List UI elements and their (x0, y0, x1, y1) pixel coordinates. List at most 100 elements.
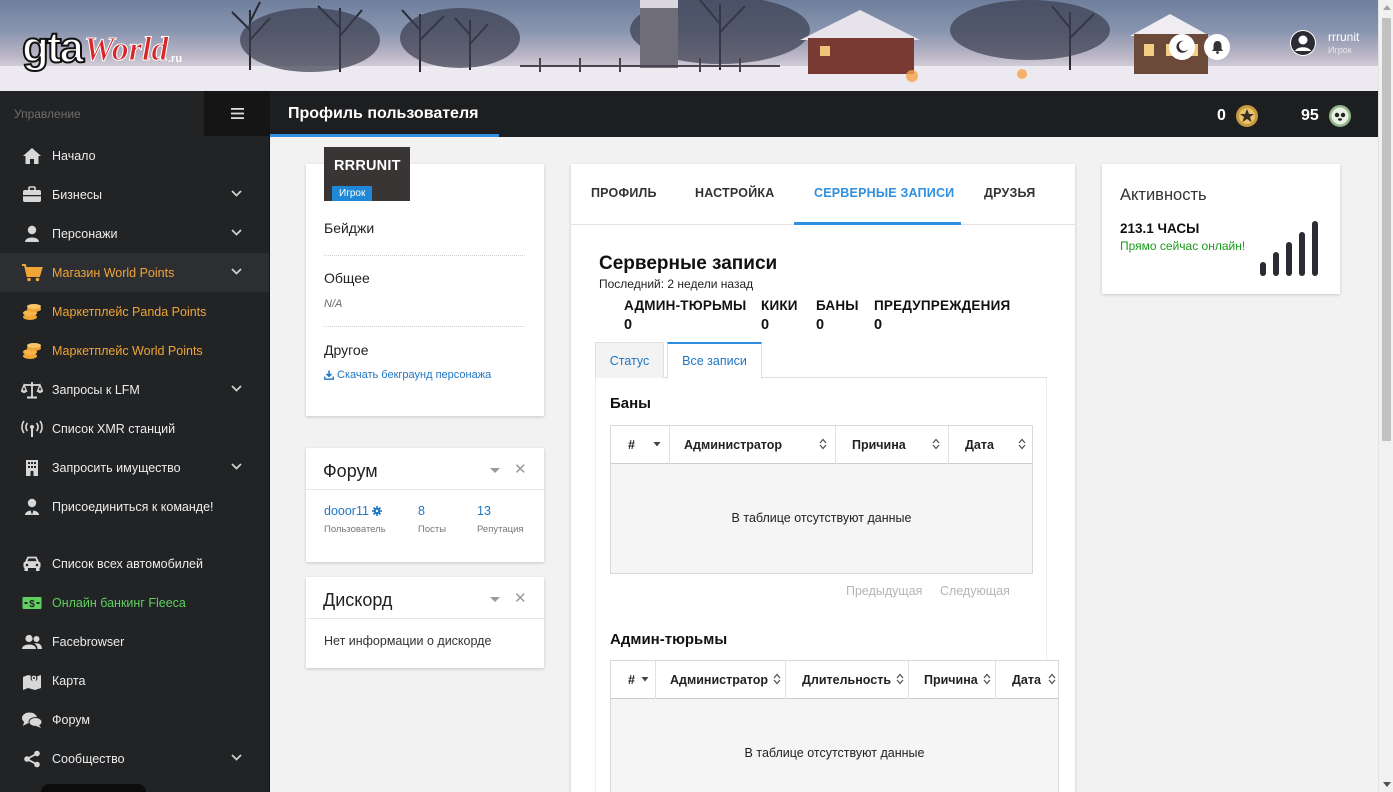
points-value: 0 (1217, 107, 1226, 124)
sidebar-item-map[interactable]: Карта (0, 661, 269, 700)
discord-widget: Дискорд ✕ Нет информации о дискорде (306, 577, 544, 668)
sidebar-item-home[interactable]: Начало (0, 136, 269, 175)
column-header-administrator[interactable]: Администратор (670, 426, 836, 464)
sidebar-item-facebrowser[interactable]: Facebrowser (0, 622, 269, 661)
counter-value: 0 (816, 317, 825, 333)
tab-settings[interactable]: НАСТРОЙКА (695, 186, 774, 200)
sidebar-item-vehicles[interactable]: Список всех автомобилей (0, 544, 269, 583)
jails-title: Админ-тюрьмы (610, 631, 728, 648)
sort-icon (773, 673, 781, 685)
discord-widget-title: Дискорд (323, 590, 393, 610)
dark-mode-button[interactable] (1169, 34, 1195, 60)
user-menu[interactable]: rrrunit Игрок (1290, 30, 1359, 56)
column-header-reason[interactable]: Причина (836, 426, 949, 464)
notifications-button[interactable] (1204, 34, 1230, 60)
sort-icon (896, 673, 904, 685)
map-icon (23, 674, 41, 690)
scroll-down-arrow[interactable] (1383, 782, 1391, 787)
hamburger-icon (230, 108, 244, 119)
user-icon (25, 225, 39, 242)
points-counter[interactable]: 0 (1217, 103, 1260, 129)
jails-empty-message: В таблице отсутствуют данные (744, 746, 925, 760)
tab-friends[interactable]: ДРУЗЬЯ (984, 186, 1035, 200)
sort-icon (819, 438, 827, 450)
sort-desc-icon (641, 677, 649, 682)
sidebar-item-label: Facebrowser (52, 634, 125, 649)
sort-icon (983, 673, 991, 685)
bans-title: Баны (610, 395, 651, 412)
svg-text:World: World (84, 31, 169, 68)
subtab-status[interactable]: Статус (595, 342, 664, 378)
bans-empty-message: В таблице отсутствуют данные (731, 511, 912, 525)
other-heading: Другое (324, 342, 369, 358)
column-header-administrator[interactable]: Администратор (656, 661, 786, 699)
scrollbar-thumb[interactable] (1382, 18, 1391, 441)
sidebar-bottom-handle (41, 784, 146, 792)
pagination-next-button[interactable]: Следующая (933, 578, 1017, 604)
sidebar-item-community[interactable]: Сообщество (0, 739, 269, 778)
bans-pagination: Предыдущая Следующая (839, 578, 1017, 604)
column-header-duration[interactable]: Длительность (786, 661, 909, 699)
column-header-reason[interactable]: Причина (909, 661, 996, 699)
tab-profile[interactable]: ПРОФИЛЬ (591, 186, 657, 200)
gtaworld-logo[interactable]: gta World .ru (20, 14, 185, 76)
records-last: Последний: 2 недели назад (599, 277, 754, 291)
column-header-date[interactable]: Дата (949, 426, 1034, 464)
sidebar-item-world-points-shop[interactable]: Магазин World Points (0, 253, 269, 292)
bell-icon (1211, 41, 1223, 54)
sidebar-item-panda-marketplace[interactable]: Маркетплейс Panda Points (0, 292, 269, 331)
column-header-number[interactable]: # (611, 661, 656, 699)
collapse-caret-icon[interactable] (490, 597, 500, 602)
sidebar-item-label: Форум (52, 712, 90, 727)
column-header-label: Причина (924, 673, 978, 687)
sidebar-item-join-team[interactable]: Присоединиться к команде! (0, 487, 269, 526)
download-icon (324, 370, 334, 380)
chevron-down-icon (231, 229, 242, 236)
sidebar-item-xmr-stations[interactable]: Список XMR станций (0, 409, 269, 448)
sidebar-item-request-property[interactable]: Запросить имущество (0, 448, 269, 487)
sidebar-item-fleeca-banking[interactable]: $ Онлайн банкинг Fleeca (0, 583, 269, 622)
sidebar: Управление Начало Бизнесы Персонажи Мага… (0, 91, 270, 792)
gear-icon (371, 506, 382, 516)
sidebar-item-label: Запросы к LFM (52, 382, 140, 397)
sidebar-item-forum[interactable]: Форум (0, 700, 269, 739)
forum-username-stat: dooor11 Пользователь (324, 504, 386, 535)
download-background-link[interactable]: Скачать бекграунд персонажа (324, 369, 525, 381)
column-header-date[interactable]: Дата (996, 661, 1060, 699)
pagination-previous-button[interactable]: Предыдущая (839, 578, 929, 604)
sidebar-item-label: Сообщество (52, 751, 125, 766)
money-icon: $ (22, 596, 42, 610)
close-icon[interactable]: ✕ (514, 589, 527, 607)
avatar (1290, 30, 1316, 56)
sidebar-item-businesses[interactable]: Бизнесы (0, 175, 269, 214)
world-points-counter[interactable]: 95 (1301, 103, 1353, 129)
forum-username[interactable]: dooor11 (324, 504, 386, 518)
column-header-label: Длительность (802, 673, 892, 687)
svg-text:.ru: .ru (168, 53, 182, 65)
sidebar-item-world-marketplace[interactable]: Маркетплейс World Points (0, 331, 269, 370)
bans-table-header: # Администратор Причина Дата (611, 426, 1032, 464)
forum-posts-value[interactable]: 8 (418, 504, 446, 518)
scroll-up-arrow[interactable] (1383, 5, 1391, 10)
column-header-label: Дата (965, 438, 994, 452)
sidebar-item-lfm-requests[interactable]: Запросы к LFM (0, 370, 269, 409)
sidebar-item-characters[interactable]: Персонажи (0, 214, 269, 253)
counter-value: 0 (624, 317, 633, 333)
tab-server-records[interactable]: СЕРВЕРНЫЕ ЗАПИСИ (814, 186, 954, 200)
sidebar-toggle-button[interactable] (204, 91, 270, 136)
counter-warnings: ПРЕДУПРЕЖДЕНИЯ 0 (874, 298, 1010, 333)
forum-widget-title: Форум (323, 461, 378, 481)
page-scrollbar[interactable] (1378, 0, 1393, 792)
building-icon (26, 459, 38, 476)
close-icon[interactable]: ✕ (514, 460, 527, 478)
collapse-caret-icon[interactable] (490, 468, 500, 473)
chevron-down-icon (231, 385, 242, 392)
sidebar-section-label: Управление (14, 106, 81, 121)
panda-points-icon (1235, 105, 1258, 127)
jails-table-header: # Администратор Длительность Причина Дат… (611, 661, 1058, 699)
counter-label: АДМИН-ТЮРЬМЫ (624, 298, 747, 313)
forum-reputation-value[interactable]: 13 (477, 504, 524, 518)
column-header-number[interactable]: # (611, 426, 670, 464)
subtab-all-records[interactable]: Все записи (667, 342, 762, 379)
column-header-label: Администратор (670, 673, 769, 687)
